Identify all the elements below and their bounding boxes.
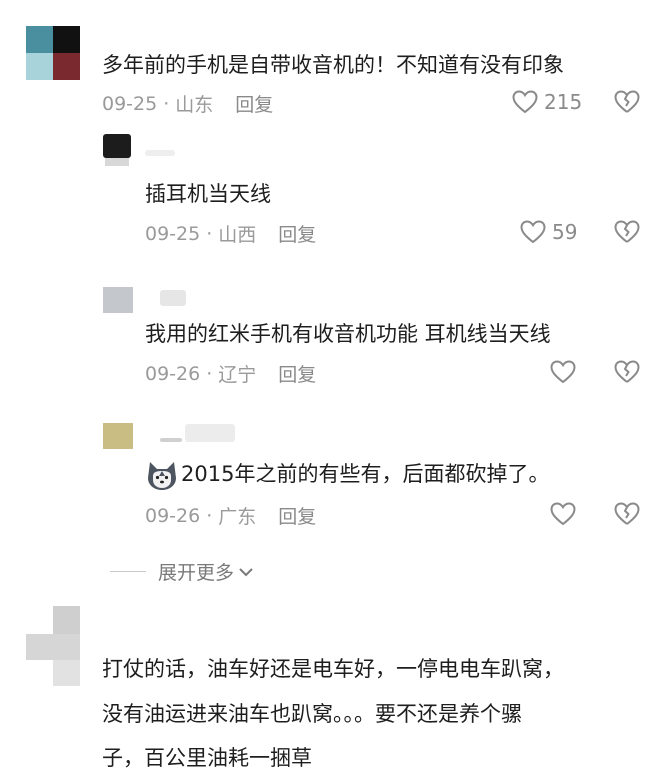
reply-text: 2015年之前的有些有，后面都砍掉了。: [145, 457, 549, 492]
divider-line: [110, 571, 146, 572]
avatar[interactable]: [103, 134, 133, 166]
avatar[interactable]: [103, 287, 133, 313]
reply-text: 插耳机当天线: [145, 182, 271, 206]
husky-dog-emoji-icon: [148, 462, 176, 490]
reply-button[interactable]: 回复: [278, 360, 316, 387]
chevron-down-icon: [239, 567, 253, 576]
like-button[interactable]: 215: [512, 90, 582, 114]
comment-text-line-3: 子，百公里油耗一捆草: [102, 746, 312, 770]
reply-location: 广东: [218, 506, 257, 528]
avatar[interactable]: [26, 26, 80, 80]
expand-more-label: 展开更多: [158, 562, 235, 584]
comment-date: 09-25: [102, 92, 158, 115]
like-count: 59: [552, 220, 578, 244]
username-blurred: [185, 424, 235, 442]
comment-location: 山东: [175, 94, 214, 116]
reply-date: 09-26: [145, 504, 201, 527]
reply-text: 我用的红米手机有收音机功能 耳机线当天线: [145, 322, 551, 346]
heart-outline-icon: [520, 220, 546, 244]
broken-heart-icon: [614, 360, 640, 383]
username-blurred: [160, 290, 186, 306]
comment-text-line-2: 没有油运进来油车也趴窝。。。要不还是养个骡: [102, 702, 522, 726]
avatar[interactable]: [103, 423, 133, 449]
separator-dot: ·: [206, 362, 213, 385]
like-button[interactable]: 59: [520, 220, 577, 244]
comment-text-line-1: 打仗的话，油车好还是电车好，一停电电车趴窝，: [102, 657, 564, 681]
dislike-button[interactable]: [614, 502, 640, 530]
like-count: 215: [544, 90, 583, 114]
reply-meta: 09-25 · 山西 回复: [145, 220, 316, 247]
dislike-button[interactable]: [614, 360, 640, 388]
dislike-button[interactable]: [614, 90, 640, 118]
heart-outline-icon: [512, 90, 538, 114]
broken-heart-icon: [614, 502, 640, 525]
reply-meta: 09-26 · 广东 回复: [145, 502, 316, 529]
avatar[interactable]: [26, 606, 80, 686]
separator-dot: ·: [163, 92, 170, 115]
heart-outline-icon: [550, 502, 576, 526]
reply-date: 09-25: [145, 222, 201, 245]
reply-meta: 09-26 · 辽宁 回复: [145, 360, 316, 387]
dislike-button[interactable]: [614, 220, 640, 248]
username-blurred: [145, 150, 175, 156]
reply-button[interactable]: 回复: [278, 220, 316, 247]
separator-dot: ·: [206, 222, 213, 245]
comment-text: 多年前的手机是自带收音机的！不知道有没有印象: [102, 53, 564, 77]
broken-heart-icon: [614, 220, 640, 243]
reply-date: 09-26: [145, 362, 201, 385]
reply-location: 辽宁: [218, 364, 257, 386]
username-blurred: [160, 438, 182, 442]
separator-dot: ·: [206, 504, 213, 527]
comment-meta: 09-25 · 山东 回复: [102, 90, 273, 117]
reply-text-content: 2015年之前的有些有，后面都砍掉了。: [181, 462, 550, 486]
like-button[interactable]: [550, 502, 576, 526]
reply-button[interactable]: 回复: [235, 90, 273, 117]
expand-more-button[interactable]: 展开更多: [110, 558, 254, 585]
like-button[interactable]: [550, 360, 576, 384]
reply-button[interactable]: 回复: [278, 502, 316, 529]
broken-heart-icon: [614, 90, 640, 113]
heart-outline-icon: [550, 360, 576, 384]
reply-location: 山西: [218, 224, 257, 246]
